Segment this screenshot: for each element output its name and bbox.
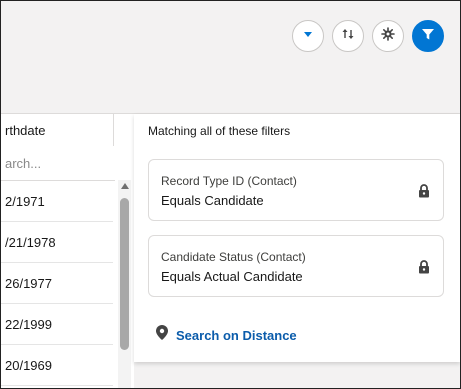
birthdate-cell: /21/1978 bbox=[5, 235, 56, 250]
settings-button[interactable] bbox=[372, 20, 404, 52]
lock-icon bbox=[418, 184, 430, 203]
app-window: rthdate 2/1971 /21/1978 26/1977 22/1999 … bbox=[0, 0, 461, 389]
filter-card-candidate-status[interactable]: Candidate Status (Contact) Equals Actual… bbox=[148, 235, 444, 297]
table-row[interactable]: 26/1977 bbox=[1, 263, 113, 304]
filter-field-label: Candidate Status (Contact) bbox=[161, 250, 306, 264]
table-row[interactable]: 2/1971 bbox=[1, 181, 113, 222]
vertical-scrollbar[interactable] bbox=[118, 180, 131, 388]
list-view-controls-button[interactable] bbox=[292, 20, 324, 52]
table-row[interactable]: 20/1969 bbox=[1, 345, 113, 386]
sort-arrows-icon bbox=[341, 27, 355, 46]
birthdate-column-header[interactable]: rthdate bbox=[1, 114, 114, 146]
filter-button[interactable] bbox=[412, 20, 444, 52]
list-view-header bbox=[1, 1, 460, 114]
scroll-up-arrow-icon[interactable] bbox=[121, 183, 129, 189]
filter-funnel-icon bbox=[421, 27, 435, 46]
sort-button[interactable] bbox=[332, 20, 364, 52]
birthdate-cell: 20/1969 bbox=[5, 358, 52, 373]
lock-icon bbox=[418, 260, 430, 279]
filter-panel: Matching all of these filters Record Typ… bbox=[134, 114, 460, 388]
birthdate-cell: 2/1971 bbox=[5, 194, 45, 209]
filter-panel-body: Matching all of these filters Record Typ… bbox=[134, 114, 460, 362]
settings-gear-icon bbox=[381, 26, 395, 46]
search-on-distance-link[interactable]: Search on Distance bbox=[156, 325, 297, 345]
chevron-down-icon bbox=[301, 27, 315, 46]
filter-value-label: Equals Actual Candidate bbox=[161, 269, 303, 284]
filter-value-label: Equals Candidate bbox=[161, 193, 264, 208]
scrollbar-thumb[interactable] bbox=[120, 198, 129, 350]
table-row[interactable]: /21/1978 bbox=[1, 222, 113, 263]
record-list: rthdate 2/1971 /21/1978 26/1977 22/1999 … bbox=[1, 114, 131, 388]
filter-panel-title: Matching all of these filters bbox=[148, 124, 291, 138]
filter-field-label: Record Type ID (Contact) bbox=[161, 174, 297, 188]
table-row[interactable]: 22/1999 bbox=[1, 304, 113, 345]
search-on-distance-label: Search on Distance bbox=[176, 327, 297, 343]
column-header-label: rthdate bbox=[5, 123, 46, 138]
location-pin-icon bbox=[156, 325, 168, 345]
column-search-input[interactable] bbox=[1, 150, 113, 176]
filter-card-record-type[interactable]: Record Type ID (Contact) Equals Candidat… bbox=[148, 159, 444, 221]
birthdate-cell: 22/1999 bbox=[5, 317, 52, 332]
birthdate-cell: 26/1977 bbox=[5, 276, 52, 291]
